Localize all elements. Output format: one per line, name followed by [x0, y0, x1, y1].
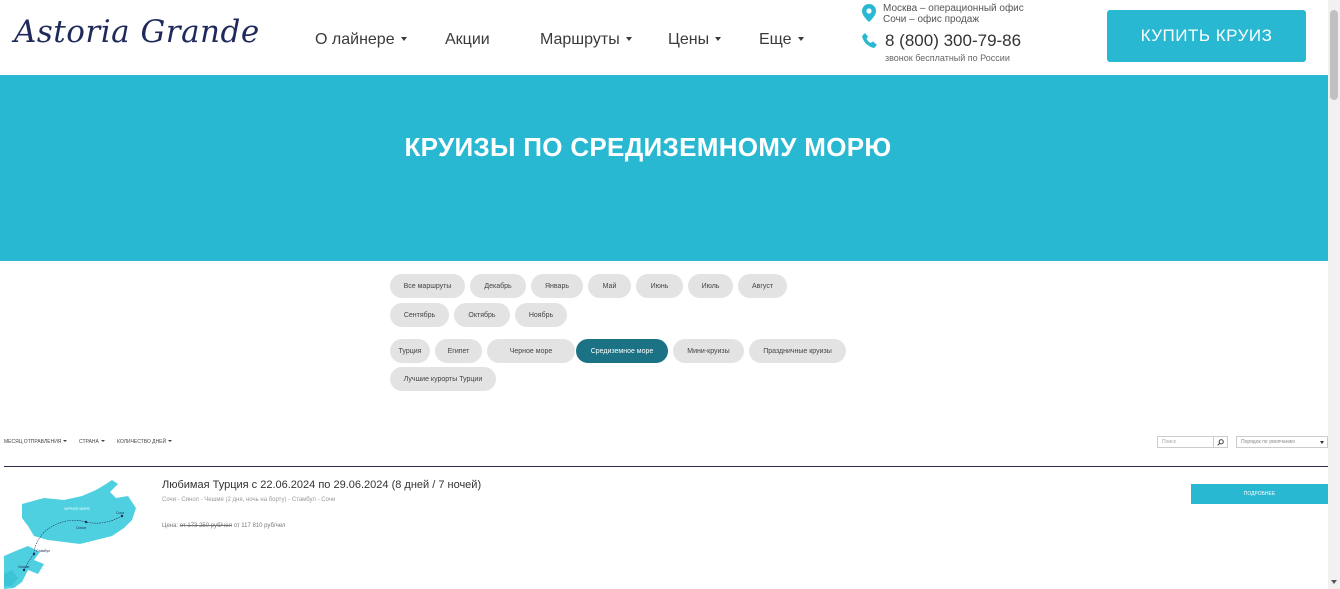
filter-month-label: МЕСЯЦ ОТПРАВЛЕНИЯ [4, 439, 62, 445]
search-icon [1217, 438, 1224, 446]
office-moscow: Москва – операционный офис [883, 3, 1024, 14]
logo[interactable]: Astoria Grande [14, 14, 260, 50]
hero-banner: КРУИЗЫ ПО СРЕДИЗЕМНОМУ МОРЮ [0, 75, 1328, 261]
filter-country[interactable]: СТРАНА [79, 439, 105, 445]
phone-note: звонок бесплатный по России [885, 53, 1010, 63]
filter-days[interactable]: КОЛИЧЕСТВО ДНЕЙ [117, 439, 173, 445]
pill-november[interactable]: Ноябрь [515, 303, 567, 327]
sort-select-value: Порядок по умолчанию [1241, 439, 1296, 445]
contacts-block: Москва – операционный офис Сочи – офис п… [862, 2, 1062, 64]
chevron-down-icon [168, 440, 173, 442]
pill-july[interactable]: Июль [688, 274, 733, 298]
sort-select[interactable]: Порядок по умолчанию [1236, 436, 1328, 448]
phone-number[interactable]: 8 (800) 300-79-86 [885, 31, 1021, 51]
site-header: Astoria Grande О лайнере Акции Маршруты … [0, 0, 1328, 75]
filter-days-label: КОЛИЧЕСТВО ДНЕЙ [117, 439, 167, 445]
filter-country-label: СТРАНА [79, 439, 99, 445]
details-button[interactable]: ПОДРОБНЕЕ [1191, 484, 1328, 504]
pill-january[interactable]: Январь [531, 274, 583, 298]
nav-item-label: Цены [668, 31, 710, 48]
phone-icon [862, 33, 877, 48]
pill-june[interactable]: Июнь [636, 274, 683, 298]
pill-october[interactable]: Октябрь [454, 303, 510, 327]
divider [4, 466, 1328, 467]
cruise-price: Цена: от 173 250 руб/чел от 117 810 руб/… [162, 523, 285, 529]
location-pin-icon [862, 4, 876, 22]
cruise-title[interactable]: Любимая Турция с 22.06.2024 по 29.06.202… [162, 479, 481, 491]
office-sochi: Сочи – офис продаж [883, 14, 980, 25]
pill-all-routes[interactable]: Все маршруты [390, 274, 465, 298]
page-scrollbar[interactable] [1328, 0, 1340, 589]
scroll-down-arrow-icon[interactable] [1331, 580, 1337, 584]
nav-item-label: Еще [759, 31, 792, 48]
pill-august[interactable]: Август [738, 274, 787, 298]
caret-down-icon [715, 37, 722, 41]
nav-item-label: Акции [445, 31, 490, 48]
nav-item-routes[interactable]: Маршруты [540, 31, 632, 49]
pill-best-resorts-turkey[interactable]: Лучшие курорты Турции [390, 367, 496, 391]
page-title: КРУИЗЫ ПО СРЕДИЗЕМНОМУ МОРЮ [404, 132, 892, 162]
search-input[interactable]: Поиск [1157, 436, 1214, 448]
cruise-route: Сочи - Синоп - Чешме (2 дня, ночь на бор… [162, 497, 336, 503]
nav-item-prices[interactable]: Цены [668, 31, 722, 49]
buy-cruise-button[interactable]: КУПИТЬ КРУИЗ [1107, 10, 1306, 62]
old-price: от 173 250 руб/чел [179, 523, 232, 529]
map-label: Чешме [18, 565, 29, 569]
pill-may[interactable]: Май [588, 274, 631, 298]
caret-down-icon [400, 37, 407, 41]
price-label: Цена: [162, 523, 179, 529]
nav-item-label: Маршруты [540, 31, 620, 48]
map-label: Сочи [116, 511, 124, 515]
new-price: от 117 810 руб/чел [233, 523, 286, 529]
filter-month[interactable]: МЕСЯЦ ОТПРАВЛЕНИЯ [4, 439, 68, 445]
nav-item-label: О лайнере [315, 31, 395, 48]
search-button[interactable] [1213, 436, 1228, 448]
caret-down-icon [1320, 441, 1324, 444]
pill-holiday-cruises[interactable]: Праздничные круизы [749, 339, 846, 363]
route-map[interactable]: ЧЕРНОЕ МОРЕ Сочи Синоп Стамбул Чешме [4, 474, 146, 589]
pill-egypt[interactable]: Египет [435, 339, 482, 363]
nav-item-more[interactable]: Еще [759, 31, 804, 49]
map-label: Синоп [76, 526, 86, 530]
chevron-down-icon [100, 440, 105, 442]
nav-item-liner[interactable]: О лайнере [315, 31, 407, 49]
pill-mediterranean[interactable]: Средиземное море [576, 339, 668, 363]
caret-down-icon [797, 37, 804, 41]
scrollbar-thumb[interactable] [1330, 10, 1338, 100]
pill-mini-cruises[interactable]: Мини-круизы [673, 339, 744, 363]
pill-black-sea[interactable]: Черное море [487, 339, 575, 363]
caret-down-icon [625, 37, 632, 41]
chevron-down-icon [63, 440, 68, 442]
pill-december[interactable]: Декабрь [470, 274, 526, 298]
map-label: Стамбул [36, 549, 50, 553]
pill-turkey[interactable]: Турция [390, 339, 430, 363]
pill-september[interactable]: Сентябрь [390, 303, 449, 327]
map-label: ЧЕРНОЕ МОРЕ [64, 507, 91, 511]
nav-item-promos[interactable]: Акции [445, 31, 490, 49]
